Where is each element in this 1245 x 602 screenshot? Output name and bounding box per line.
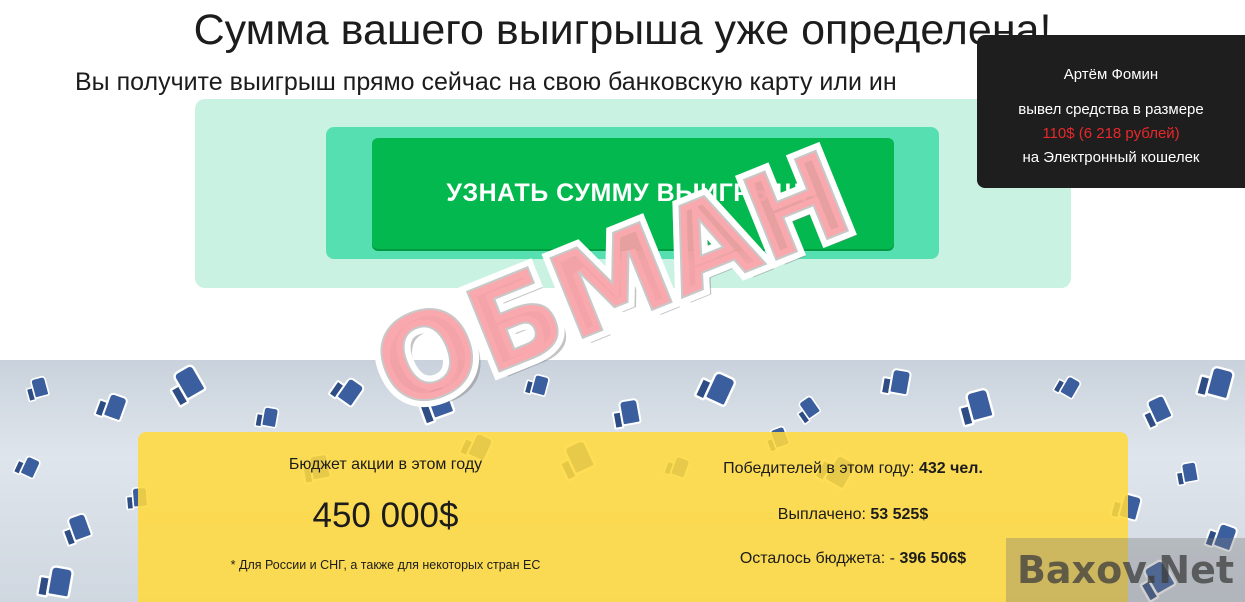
like-thumb-icon	[1172, 456, 1209, 490]
withdrawal-notification: Артём Фомин вывел средства в размере 110…	[977, 35, 1245, 188]
budget-title: Бюджет акции в этом году	[288, 456, 483, 473]
notification-destination: на Электронный кошелек	[1022, 149, 1200, 166]
like-thumb-icon	[9, 448, 50, 488]
like-thumb-icon	[1134, 385, 1185, 435]
like-thumb-icon	[877, 362, 923, 404]
like-thumb-icon	[521, 368, 559, 404]
paid-value: 53 525$	[870, 506, 929, 523]
find-out-winnings-button[interactable]: УЗНАТЬ СУММУ ВЫИГРЫША	[372, 138, 894, 249]
stats-panel: Бюджет акции в этом году 450 000$ * Для …	[138, 432, 1128, 602]
like-thumb-icon	[21, 370, 59, 406]
like-thumb-icon	[33, 558, 88, 602]
like-thumb-icon	[410, 374, 470, 431]
like-thumb-icon	[1191, 360, 1245, 411]
remaining-label: Осталось бюджета: -	[739, 550, 895, 567]
winners-label: Победителей в этом году:	[723, 460, 915, 477]
like-thumb-icon	[90, 384, 140, 432]
like-thumb-icon	[951, 379, 1009, 433]
like-thumb-icon	[1049, 368, 1091, 409]
site-watermark: Baxov.Net	[1006, 538, 1245, 602]
like-thumb-icon	[252, 401, 289, 435]
notification-name: Артём Фомин	[1063, 66, 1159, 83]
like-thumb-icon	[607, 392, 653, 434]
notification-text: вывел средства в размере	[1018, 101, 1204, 118]
paid-stat: Выплачено: 53 525$	[633, 506, 1073, 524]
like-thumb-icon	[789, 387, 832, 429]
budget-value: 450 000$	[312, 496, 459, 535]
like-thumb-icon	[158, 360, 221, 414]
like-thumb-icon	[55, 504, 105, 552]
remaining-value: 396 506$	[899, 550, 967, 567]
winners-stat: Победителей в этом году: 432 чел.	[633, 460, 1073, 478]
like-thumb-icon	[323, 367, 376, 419]
winners-value: 432 чел.	[918, 460, 983, 477]
page-subheadline: Вы получите выигрыш прямо сейчас на свою…	[75, 68, 897, 96]
like-thumb-icon	[689, 360, 751, 419]
paid-label: Выплачено:	[777, 506, 866, 523]
budget-note: * Для России и СНГ, а также для некоторы…	[230, 558, 541, 572]
notification-amount: 110$ (6 218 рублей)	[1042, 125, 1180, 142]
